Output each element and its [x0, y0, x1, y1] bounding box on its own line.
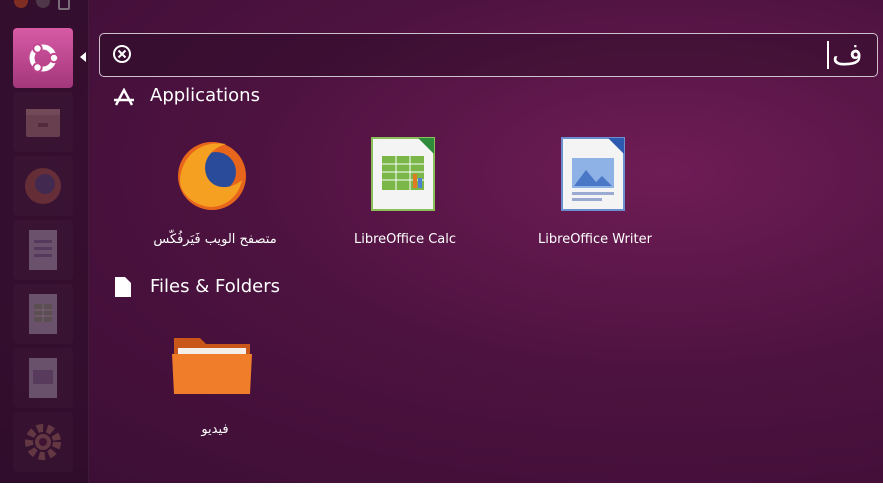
folder-icon: [172, 338, 252, 394]
text-caret: [827, 41, 829, 69]
libreoffice-calc-icon: [29, 294, 57, 334]
launcher-libreoffice-calc[interactable]: [13, 284, 73, 344]
app-tile-firefox[interactable]: متصفح الويب فَيَرفُكّس: [120, 128, 310, 258]
active-pointer-icon: [80, 52, 86, 62]
app-label: LibreOffice Writer: [538, 232, 652, 247]
launcher-libreoffice-writer[interactable]: [13, 220, 73, 280]
search-input[interactable]: ف: [99, 33, 878, 77]
launcher-firefox[interactable]: [13, 156, 73, 216]
firefox-icon: [178, 142, 246, 210]
launcher: [0, 0, 89, 483]
file-manager-icon: [26, 109, 60, 137]
section-title-files-folders: Files & Folders: [150, 276, 280, 297]
ubuntu-dash-icon: [29, 43, 60, 73]
folder-label: فيديو: [201, 422, 229, 437]
file-icon: [115, 277, 131, 297]
app-label: LibreOffice Calc: [353, 232, 457, 247]
launcher-dash-button[interactable]: [13, 28, 73, 88]
clear-circle-x-icon[interactable]: [112, 44, 132, 64]
launcher-settings[interactable]: [13, 412, 73, 472]
libreoffice-writer-icon: [29, 230, 57, 270]
unity-dash: ف Applications متصفح الويب فَيَرفُكّس Li…: [0, 0, 883, 491]
libreoffice-calc-icon: [371, 137, 435, 211]
section-title-applications: Applications: [150, 85, 260, 106]
folder-tile[interactable]: فيديو: [140, 318, 290, 448]
launcher-libreoffice-impress[interactable]: [13, 348, 73, 408]
libreoffice-writer-icon: [561, 137, 625, 211]
app-tile-libreoffice-calc[interactable]: LibreOffice Calc: [320, 128, 490, 258]
applications-icon: [114, 88, 134, 106]
launcher-file-manager[interactable]: [13, 92, 73, 152]
libreoffice-impress-icon: [29, 358, 57, 398]
app-label: متصفح الويب فَيَرفُكّس: [153, 232, 277, 247]
settings-gear-icon: [25, 424, 61, 460]
search-value: ف: [831, 37, 863, 72]
app-tile-libreoffice-writer[interactable]: LibreOffice Writer: [510, 128, 680, 258]
firefox-icon: [25, 168, 61, 204]
